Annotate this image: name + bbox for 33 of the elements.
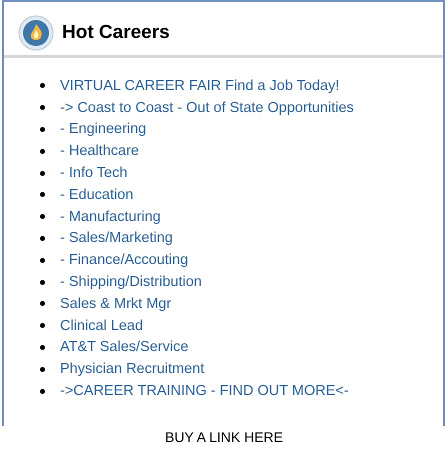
bullet-icon bbox=[40, 105, 45, 110]
bullet-icon bbox=[40, 280, 45, 285]
bullet-icon bbox=[40, 148, 45, 154]
bullet-icon bbox=[40, 192, 45, 198]
panel-title: Hot Careers bbox=[62, 22, 170, 44]
career-link[interactable]: - Healthcare bbox=[60, 143, 139, 160]
career-link[interactable]: Clinical Lead bbox=[60, 318, 144, 334]
bullet-icon bbox=[40, 170, 45, 176]
career-link[interactable]: ->CAREER TRAINING - FIND OUT MORE<- bbox=[60, 383, 349, 400]
career-link[interactable]: - Shipping/Distribution bbox=[60, 274, 202, 290]
bullet-icon bbox=[40, 236, 45, 241]
bullet-icon bbox=[40, 323, 45, 328]
bullet-icon bbox=[40, 83, 45, 88]
career-link[interactable]: - Education bbox=[60, 186, 134, 203]
bullet-icon bbox=[40, 126, 45, 132]
bullet-icon bbox=[40, 214, 45, 220]
flame-icon bbox=[18, 15, 54, 51]
career-link[interactable]: - Engineering bbox=[60, 121, 146, 138]
career-link[interactable]: - Manufacturing bbox=[60, 208, 161, 225]
career-link[interactable]: - Sales/Marketing bbox=[60, 230, 173, 246]
bullet-icon bbox=[40, 258, 45, 263]
career-link[interactable]: AT&T Sales/Service bbox=[60, 339, 188, 356]
career-link[interactable]: -> Coast to Coast - Out of State Opportunities bbox=[60, 100, 354, 116]
career-link[interactable]: - Info Tech bbox=[60, 165, 128, 182]
career-link[interactable]: - Finance/Accouting bbox=[60, 252, 188, 268]
bullet-icon bbox=[40, 301, 45, 306]
bullet-icon bbox=[40, 366, 45, 372]
bullet-icon bbox=[40, 344, 45, 350]
career-link[interactable]: VIRTUAL CAREER FAIR Find a Job Today! bbox=[60, 78, 340, 94]
bullet-icon bbox=[40, 388, 45, 394]
career-link[interactable]: Physician Recruitment bbox=[60, 361, 204, 378]
career-link[interactable]: Sales & Mrkt Mgr bbox=[60, 296, 172, 312]
buy-link[interactable]: BUY A LINK HERE bbox=[164, 429, 283, 445]
